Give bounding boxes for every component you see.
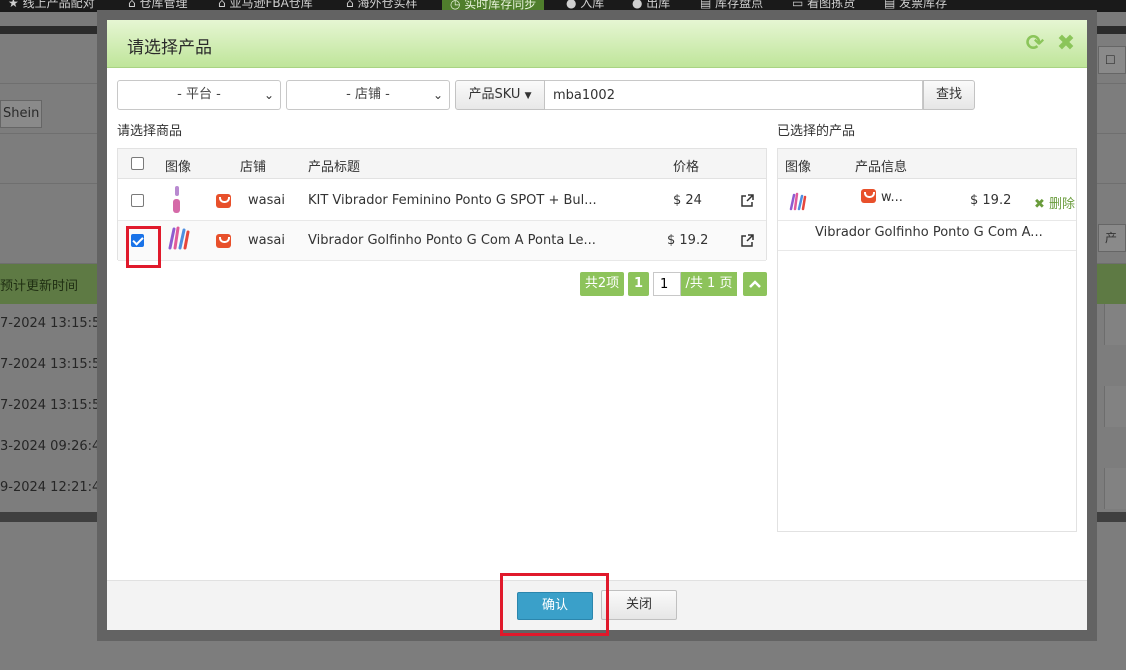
column-header-product-info: 产品信息 xyxy=(855,160,908,175)
product-table-header: 图像 店铺 产品标题 价格 xyxy=(118,149,766,179)
find-button[interactable]: 查找 xyxy=(923,80,975,110)
shop-select[interactable]: - 店铺 - ⌄ xyxy=(286,80,450,110)
nav-item-label: 出库 xyxy=(646,0,671,10)
column-header-price: 价格 xyxy=(673,160,700,175)
sku-type-label: 产品SKU xyxy=(468,87,521,102)
nav-item-label: 线上产品配对 xyxy=(22,0,95,10)
column-header-image: 图像 xyxy=(165,160,192,175)
selected-products-table: 图像 产品信息 w... $ 19.2 ✖ 删除 Vibrador Golfin… xyxy=(777,148,1077,532)
select-all-checkbox[interactable] xyxy=(131,157,144,170)
pager-current-page[interactable]: 1 xyxy=(628,272,649,296)
close-button[interactable]: 关闭 xyxy=(601,590,677,620)
modal-header: 请选择产品 ⟳ ✖ xyxy=(107,20,1087,68)
right-section-label: 已选择的产品 xyxy=(777,124,856,139)
selected-price: $ 19.2 xyxy=(970,193,1012,208)
update-time-cell: 7-2024 13:15:50 xyxy=(0,398,109,413)
row-shop: wasai xyxy=(248,233,285,248)
nav-item-product-match[interactable]: ★ 线上产品配对 xyxy=(8,0,95,11)
page-number-input[interactable] xyxy=(653,272,681,296)
external-link-icon[interactable] xyxy=(741,194,754,207)
chevron-down-icon: ⌄ xyxy=(263,88,274,102)
edit-icon[interactable]: ☐ xyxy=(1098,46,1126,74)
refresh-icon[interactable]: ⟳ xyxy=(1023,32,1047,56)
external-link-icon[interactable] xyxy=(741,234,754,247)
background-action-button[interactable]: 产 xyxy=(1098,224,1126,252)
product-thumbnail xyxy=(173,186,180,213)
delete-link[interactable]: ✖ 删除 xyxy=(1034,193,1075,212)
row-title: Vibrador Golfinho Ponto G Com A Ponta Le… xyxy=(308,233,596,248)
nav-item-label: 发票库存 xyxy=(899,0,948,10)
row-title: KIT Vibrador Feminino Ponto G SPOT + Bul… xyxy=(308,193,597,208)
row-price: $ 19.2 xyxy=(667,233,709,248)
nav-item-label: 库存盘点 xyxy=(715,0,764,10)
table-row[interactable]: wasai KIT Vibrador Feminino Ponto G SPOT… xyxy=(118,181,766,221)
column-header-title: 产品标题 xyxy=(308,160,361,175)
nav-item-label: 看图拣货 xyxy=(807,0,856,10)
background-cell xyxy=(1104,304,1126,345)
column-header-shop: 店铺 xyxy=(240,160,267,175)
select-product-modal: 请选择产品 ⟳ ✖ - 平台 - ⌄ - 店铺 - ⌄ 产品SKU ▼ 查找 请… xyxy=(107,20,1087,636)
chevron-down-icon: ⌄ xyxy=(432,88,443,102)
nav-item-label: 海外仓实样 xyxy=(357,0,418,10)
highlight-confirm-button xyxy=(500,573,609,636)
background-cell xyxy=(1104,386,1126,427)
nav-item-label: 亚马逊FBA仓库 xyxy=(229,0,313,10)
update-time-cell: 7-2024 13:15:50 xyxy=(0,316,109,331)
shopee-icon xyxy=(861,189,876,203)
sku-type-dropdown[interactable]: 产品SKU ▼ xyxy=(455,80,545,110)
table-row[interactable]: wasai Vibrador Golfinho Ponto G Com A Po… xyxy=(118,221,766,261)
row-shop: wasai xyxy=(248,193,285,208)
product-thumbnail xyxy=(168,226,190,250)
selected-row-title: Vibrador Golfinho Ponto G Com A... xyxy=(778,221,1076,251)
selected-shop: w... xyxy=(881,190,903,205)
caret-down-icon: ▼ xyxy=(524,91,532,101)
product-thumbnail xyxy=(789,192,807,211)
selected-title: Vibrador Golfinho Ponto G Com A... xyxy=(815,225,1043,240)
delete-label: 删除 xyxy=(1049,197,1076,212)
nav-item-label: 入库 xyxy=(580,0,605,10)
update-time-header: 预计更新时间 xyxy=(0,279,79,294)
shopee-icon xyxy=(216,194,231,208)
shein-platform-button[interactable]: Shein xyxy=(0,100,42,128)
platform-select[interactable]: - 平台 - ⌄ xyxy=(117,80,281,110)
pager-total-pages: /共 1 页 xyxy=(681,272,737,296)
column-header-image: 图像 xyxy=(785,160,812,175)
background-cell xyxy=(1104,468,1126,509)
shopee-icon xyxy=(216,234,231,248)
chevron-up-icon[interactable] xyxy=(743,272,767,296)
nav-item-label: 仓库管理 xyxy=(139,0,188,10)
delete-icon: ✖ xyxy=(1034,197,1045,212)
product-table: 图像 店铺 产品标题 价格 wasai KIT Vibrador Feminin… xyxy=(117,148,767,261)
update-time-cell: 9-2024 12:21:49 xyxy=(0,480,109,495)
selected-row: w... $ 19.2 ✖ 删除 xyxy=(778,181,1076,221)
platform-select-value: - 平台 - xyxy=(177,87,221,102)
shop-select-value: - 店铺 - xyxy=(346,87,390,102)
row-price: $ 24 xyxy=(673,193,702,208)
highlight-selected-checkbox xyxy=(126,226,161,268)
row-checkbox[interactable] xyxy=(131,194,144,207)
update-time-cell: 7-2024 13:15:50 xyxy=(0,357,109,372)
left-section-label: 请选择商品 xyxy=(117,124,183,139)
sku-search-input[interactable] xyxy=(545,80,923,110)
pager-total: 共2项 xyxy=(580,272,624,296)
close-icon[interactable]: ✖ xyxy=(1054,32,1078,56)
selected-table-header: 图像 产品信息 xyxy=(778,149,1076,179)
update-time-cell: 3-2024 09:26:46 xyxy=(0,439,109,454)
modal-title: 请选择产品 xyxy=(127,38,212,58)
